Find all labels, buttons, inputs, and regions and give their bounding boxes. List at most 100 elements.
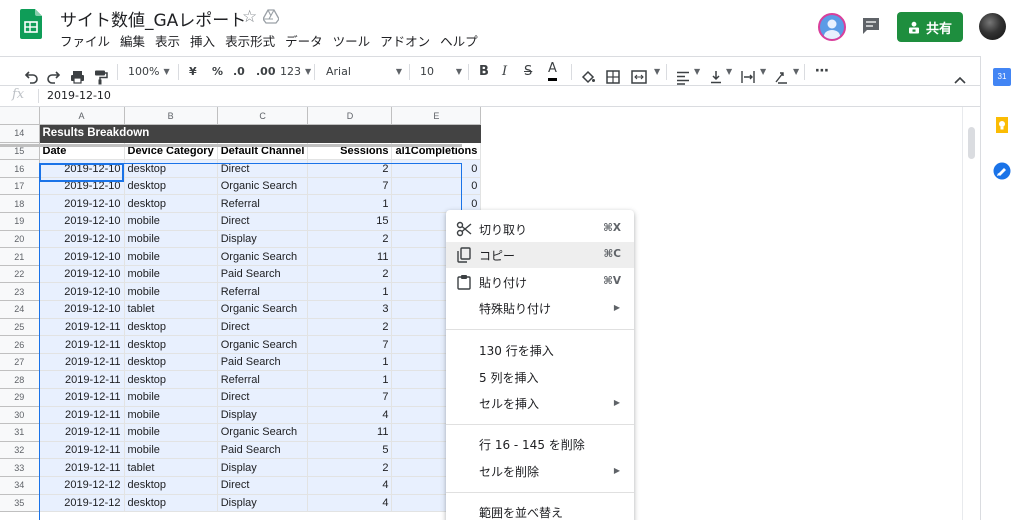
comments-icon[interactable] <box>862 17 880 34</box>
column-header[interactable]: A <box>39 107 125 126</box>
table-cell[interactable]: 11 <box>307 423 393 442</box>
more-formats-select[interactable]: 123 ▼ <box>280 57 311 85</box>
table-cell[interactable]: Paid Search <box>217 353 309 372</box>
table-cell[interactable]: Referral <box>217 370 309 389</box>
table-cell[interactable]: 2019-12-10 <box>39 194 125 214</box>
star-icon[interactable]: ☆ <box>242 7 257 27</box>
bold-button[interactable]: B <box>479 57 489 85</box>
row-header[interactable]: 20 <box>0 230 40 249</box>
menu-item-copy[interactable]: コピー ⌘C <box>446 242 634 268</box>
row-header[interactable]: 26 <box>0 335 40 354</box>
menu-item-sort-range[interactable]: 範囲を並べ替え <box>446 499 634 520</box>
menu-item-delete-cells[interactable]: セルを削除 ▶ <box>446 458 634 484</box>
user-avatar[interactable] <box>979 13 1006 40</box>
row-header[interactable]: 18 <box>0 194 40 214</box>
table-cell[interactable]: desktop <box>124 335 218 354</box>
row-header[interactable]: 14 <box>0 124 40 143</box>
tasks-icon[interactable] <box>993 162 1011 180</box>
menu-item-insert-cells[interactable]: セルを挿入 ▶ <box>446 390 634 416</box>
strikethrough-button[interactable]: S <box>524 57 532 85</box>
vertical-scrollbar[interactable] <box>962 107 980 520</box>
table-cell[interactable]: 1 <box>307 353 393 372</box>
select-all-corner[interactable] <box>0 107 40 126</box>
caret-down-icon[interactable]: ▼ <box>694 57 700 85</box>
row-header[interactable]: 19 <box>0 212 40 231</box>
row-header[interactable]: 35 <box>0 494 40 513</box>
column-header[interactable]: B <box>124 107 218 126</box>
table-cell[interactable]: 2 <box>307 230 393 249</box>
table-cell[interactable]: desktop <box>124 353 218 372</box>
table-cell[interactable]: Referral <box>217 194 309 214</box>
row-header[interactable]: 33 <box>0 458 40 477</box>
table-cell[interactable]: Referral <box>217 282 309 302</box>
menu-item-insert-rows[interactable]: 130 行を挿入 <box>446 337 634 363</box>
table-cell[interactable]: mobile <box>124 441 218 460</box>
table-cell[interactable]: 2019-12-12 <box>39 476 125 495</box>
table-cell[interactable]: desktop <box>124 370 218 389</box>
table-cell[interactable]: 1 <box>307 282 393 302</box>
table-cell[interactable]: 2019-12-10 <box>39 159 125 178</box>
caret-down-icon[interactable]: ▼ <box>654 57 660 85</box>
table-cell[interactable]: 2019-12-11 <box>39 406 125 425</box>
row-header[interactable]: 22 <box>0 265 40 284</box>
row-header[interactable]: 24 <box>0 300 40 319</box>
table-cell[interactable]: 2 <box>307 458 393 477</box>
row-header[interactable]: 17 <box>0 177 40 196</box>
menu-format[interactable]: 表示形式 <box>220 33 280 51</box>
table-cell[interactable]: mobile <box>124 230 218 249</box>
table-cell[interactable]: Organic Search <box>217 335 309 354</box>
table-cell[interactable]: mobile <box>124 247 218 266</box>
row-header[interactable]: 30 <box>0 406 40 425</box>
column-header[interactable]: C <box>217 107 309 126</box>
table-cell[interactable]: desktop <box>124 177 218 196</box>
menu-item-paste-special[interactable]: 特殊貼り付け ▶ <box>446 295 634 321</box>
menu-tools[interactable]: ツール <box>328 33 376 51</box>
menu-item-insert-columns[interactable]: 5 列を挿入 <box>446 364 634 390</box>
table-cell[interactable]: mobile <box>124 212 218 231</box>
report-title[interactable]: Results Breakdown <box>39 124 482 143</box>
caret-down-icon[interactable]: ▼ <box>793 57 799 85</box>
share-button[interactable]: 共有 <box>897 12 963 42</box>
menu-file[interactable]: ファイル <box>60 33 115 51</box>
table-cell[interactable]: 2 <box>307 318 393 337</box>
menu-item-cut[interactable]: 切り取り ⌘X <box>446 216 634 242</box>
scrollbar-thumb[interactable] <box>968 127 975 159</box>
table-cell[interactable]: 2019-12-11 <box>39 335 125 354</box>
table-cell[interactable]: 7 <box>307 177 393 196</box>
menu-insert[interactable]: 挿入 <box>185 33 220 51</box>
font-size-select[interactable]: 10 ▼ <box>420 57 462 85</box>
row-header[interactable]: 25 <box>0 318 40 337</box>
table-cell[interactable]: 7 <box>307 335 393 354</box>
sheets-logo-icon[interactable] <box>20 9 42 39</box>
document-title[interactable]: サイト数値_GAレポート <box>60 6 246 31</box>
zoom-select[interactable]: 100% ▼ <box>128 57 170 85</box>
table-cell[interactable]: 2 <box>307 265 393 284</box>
row-header[interactable]: 31 <box>0 423 40 442</box>
formula-input[interactable]: 2019-12-10 <box>47 89 111 102</box>
currency-format-button[interactable]: ¥ <box>189 57 197 85</box>
decrease-decimals-button[interactable]: .0 <box>233 57 245 85</box>
text-color-button[interactable]: A <box>548 59 557 81</box>
account-avatar[interactable] <box>818 13 846 41</box>
table-cell[interactable]: desktop <box>124 494 218 513</box>
table-cell[interactable]: mobile <box>124 388 218 407</box>
table-cell[interactable]: 2019-12-10 <box>39 300 125 319</box>
table-cell[interactable]: Direct <box>217 476 309 495</box>
table-cell[interactable]: 4 <box>307 494 393 513</box>
row-header[interactable]: 23 <box>0 282 40 302</box>
table-cell[interactable]: 2019-12-10 <box>39 247 125 266</box>
row-header[interactable]: 34 <box>0 476 40 495</box>
table-cell[interactable]: Paid Search <box>217 441 309 460</box>
caret-down-icon[interactable]: ▼ <box>726 57 732 85</box>
table-cell[interactable]: 2019-12-11 <box>39 458 125 477</box>
menu-view[interactable]: 表示 <box>150 33 185 51</box>
table-cell[interactable]: Direct <box>217 318 309 337</box>
table-cell[interactable]: Display <box>217 406 309 425</box>
table-cell[interactable]: 2019-12-10 <box>39 177 125 196</box>
table-cell[interactable]: mobile <box>124 406 218 425</box>
table-cell[interactable]: 3 <box>307 300 393 319</box>
table-cell[interactable]: Direct <box>217 159 309 178</box>
table-cell[interactable]: desktop <box>124 318 218 337</box>
calendar-icon[interactable]: 31 <box>993 68 1011 86</box>
table-cell[interactable]: 0 <box>391 177 482 196</box>
